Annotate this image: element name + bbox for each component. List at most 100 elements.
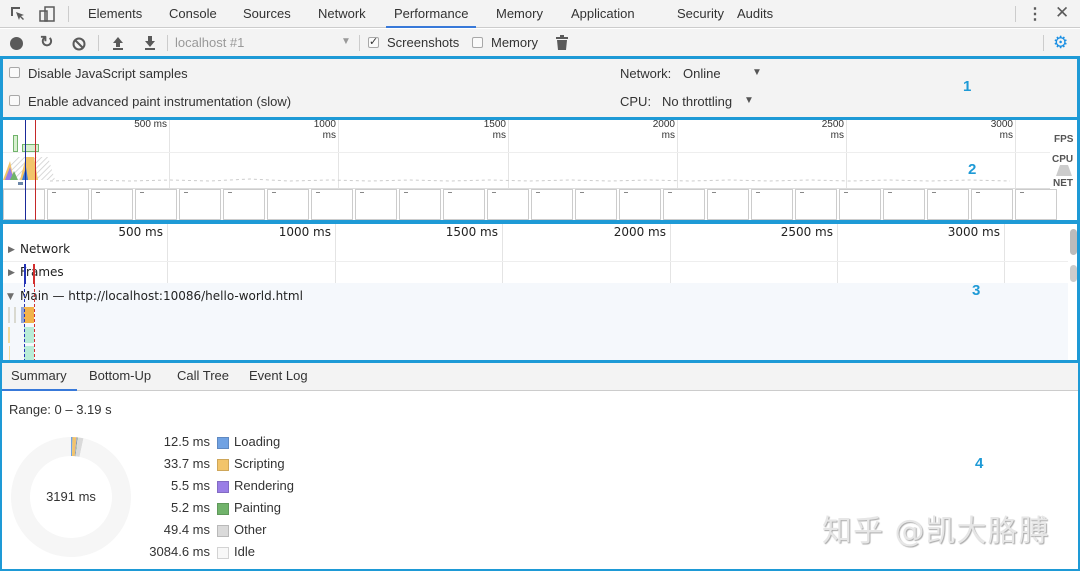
vertical-scrollbar-thumb[interactable]	[1070, 265, 1077, 282]
overview-tick-label: 1000 ms	[313, 119, 336, 141]
flame-block	[9, 346, 10, 360]
track-label-frames: Frames	[20, 265, 64, 279]
details-tab-bottom-up[interactable]: Bottom-Up	[79, 362, 161, 391]
dcl-frame-marker	[24, 264, 26, 284]
memory-label: Memory	[491, 35, 538, 50]
track-network[interactable]: ▶ Network	[0, 242, 1070, 262]
legend-row-idle: 3084.6 ms Idle	[130, 544, 330, 564]
screenshot-thumbnail[interactable]	[839, 189, 881, 220]
screenshot-thumbnail[interactable]	[223, 189, 265, 220]
flame-tick-label: 2000 ms	[613, 225, 666, 239]
screenshot-thumbnail[interactable]	[47, 189, 89, 220]
network-throttle-select[interactable]: Online ▼	[683, 66, 763, 82]
cpu-throttle-value: No throttling	[662, 94, 733, 109]
legend-value: 49.4 ms	[163, 522, 210, 537]
screenshot-thumbnail[interactable]	[1015, 189, 1057, 220]
save-profile-icon[interactable]	[143, 35, 157, 54]
legend-swatch	[217, 525, 229, 537]
chevron-down-icon: ▼	[744, 95, 754, 106]
legend-name: Painting	[234, 500, 281, 515]
thumbnail-mark	[1020, 192, 1024, 193]
chevron-down-icon: ▼	[752, 67, 762, 78]
screenshot-thumbnail[interactable]	[663, 189, 705, 220]
tab-security[interactable]: Security	[669, 0, 732, 28]
tab-performance[interactable]: Performance	[386, 0, 477, 28]
annotation-3: 3	[972, 282, 981, 299]
tab-network[interactable]: Network	[310, 0, 374, 28]
screenshot-thumbnail[interactable]	[971, 189, 1013, 220]
legend-value: 5.5 ms	[170, 478, 210, 493]
flame-block	[24, 327, 34, 343]
screenshot-thumbnail[interactable]	[795, 189, 837, 220]
trash-icon[interactable]	[556, 35, 568, 53]
track-label-main: Main — http://localhost:10086/hello-worl…	[20, 289, 303, 303]
tab-sources[interactable]: Sources	[235, 0, 299, 28]
divider	[1043, 35, 1044, 51]
record-icon[interactable]	[10, 37, 23, 50]
details-tab-event-log[interactable]: Event Log	[239, 362, 318, 391]
screenshot-thumbnail[interactable]	[399, 189, 441, 220]
load-event-marker	[35, 119, 36, 222]
legend-name: Idle	[234, 544, 255, 559]
thumbnail-mark	[316, 192, 320, 193]
screenshot-thumbnail[interactable]	[3, 189, 45, 220]
divider	[98, 35, 99, 51]
screenshot-thumbnail[interactable]	[91, 189, 133, 220]
legend-name: Scripting	[234, 456, 285, 471]
flame-block-scripting	[24, 307, 34, 323]
screenshots-checkbox[interactable]	[368, 35, 379, 48]
screenshot-thumbnail[interactable]	[311, 189, 353, 220]
screenshot-thumbnail[interactable]	[135, 189, 177, 220]
load-profile-icon[interactable]	[111, 35, 125, 54]
reload-icon[interactable]: ↻	[40, 32, 53, 52]
expand-triangle-icon[interactable]: ▶	[8, 268, 15, 278]
track-label-network: Network	[20, 242, 71, 256]
screenshot-thumbnail[interactable]	[883, 189, 925, 220]
screenshot-thumbnail[interactable]	[267, 189, 309, 220]
details-tab-call-tree[interactable]: Call Tree	[167, 362, 239, 391]
memory-checkbox[interactable]	[472, 37, 483, 48]
details-tab-summary[interactable]: Summary	[1, 362, 77, 391]
device-toolbar-icon[interactable]	[38, 5, 56, 26]
total-time: 3191 ms	[46, 489, 96, 504]
track-frames[interactable]: ▶ Frames	[0, 265, 1070, 285]
flame-block	[8, 307, 10, 323]
disable-js-samples-checkbox[interactable]	[9, 67, 20, 78]
inspect-element-icon[interactable]	[9, 5, 27, 26]
screenshot-thumbnail[interactable]	[443, 189, 485, 220]
tab-application[interactable]: Application	[563, 0, 643, 28]
overview-gridline	[1015, 119, 1016, 189]
cpu-throttle-select[interactable]: No throttling ▼	[662, 94, 762, 110]
clear-icon[interactable]	[72, 37, 86, 54]
screenshot-thumbnail[interactable]	[751, 189, 793, 220]
track-main[interactable]: ▼ Main — http://localhost:10086/hello-wo…	[0, 289, 1070, 309]
screenshot-thumbnail[interactable]	[927, 189, 969, 220]
screenshot-thumbnail[interactable]	[487, 189, 529, 220]
more-options-icon[interactable]: ⋮	[1027, 4, 1043, 24]
thumbnail-mark	[272, 192, 276, 193]
screenshot-thumbnail[interactable]	[531, 189, 573, 220]
gear-icon[interactable]: ⚙	[1053, 33, 1068, 53]
disable-js-samples-label: Disable JavaScript samples	[28, 66, 188, 81]
enable-paint-checkbox[interactable]	[9, 95, 20, 106]
annotation-2: 2	[968, 161, 977, 178]
thumbnail-mark	[888, 192, 892, 193]
screenshot-thumbnail[interactable]	[355, 189, 397, 220]
timeline-overview[interactable]: 500 ms 1000 ms 1500 ms 2000 ms 2500 ms 3000 m…	[0, 119, 1080, 222]
profile-select[interactable]: localhost #1 ▼	[175, 35, 355, 51]
screenshot-thumbnail[interactable]	[707, 189, 749, 220]
flame-block	[24, 346, 34, 360]
flame-chart[interactable]: 500 ms 1000 ms 1500 ms 2000 ms 2500 ms 3000 m…	[0, 222, 1080, 362]
tab-console[interactable]: Console	[161, 0, 225, 28]
collapse-triangle-icon[interactable]: ▼	[7, 292, 14, 302]
tab-audits[interactable]: Audits	[729, 0, 781, 28]
close-icon[interactable]: ✕	[1055, 3, 1069, 23]
legend-row-rendering: 5.5 ms Rendering	[130, 478, 330, 498]
expand-triangle-icon[interactable]: ▶	[8, 245, 15, 255]
tab-elements[interactable]: Elements	[80, 0, 150, 28]
screenshot-thumbnail[interactable]	[575, 189, 617, 220]
vertical-scrollbar-thumb[interactable]	[1070, 229, 1077, 255]
tab-memory[interactable]: Memory	[488, 0, 551, 28]
screenshot-thumbnail[interactable]	[619, 189, 661, 220]
screenshot-thumbnail[interactable]	[179, 189, 221, 220]
